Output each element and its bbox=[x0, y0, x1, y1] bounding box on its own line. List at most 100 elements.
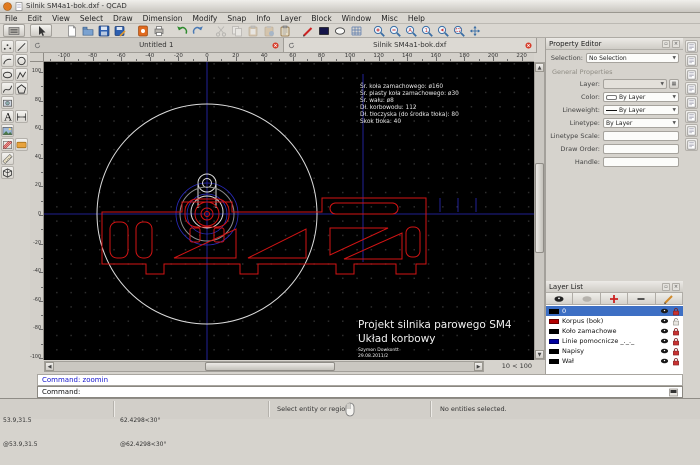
solid-fill-tool-button[interactable] bbox=[15, 138, 28, 151]
menu-draw[interactable]: Draw bbox=[108, 14, 138, 23]
layer-visibility-icon[interactable] bbox=[660, 317, 669, 325]
vertical-scroll-thumb[interactable] bbox=[535, 163, 544, 253]
shape-tool-button[interactable] bbox=[15, 82, 28, 95]
pdf-export-button[interactable] bbox=[135, 24, 151, 37]
layer-row-napisy[interactable]: Napisy bbox=[546, 346, 683, 356]
drawing-canvas[interactable]: Śr. koła zamachowego: ø160Śr. piasty koł… bbox=[44, 62, 534, 360]
menu-select[interactable]: Select bbox=[75, 14, 108, 23]
pen-edit-button[interactable] bbox=[300, 24, 316, 37]
line-tool-button[interactable] bbox=[15, 40, 28, 53]
layer-locked-icon[interactable] bbox=[672, 337, 680, 346]
pointer-button[interactable] bbox=[30, 24, 52, 37]
menu-window[interactable]: Window bbox=[337, 14, 377, 23]
linetype-dropdown[interactable]: By Layer ▼ bbox=[603, 118, 679, 128]
print-preview-button[interactable] bbox=[151, 24, 167, 37]
zoom-1-1-button[interactable]: 1 bbox=[419, 24, 435, 37]
viewport-tool-button[interactable] bbox=[1, 96, 14, 109]
layer-detail-button[interactable]: ▦ bbox=[669, 79, 679, 89]
tab-silnik-sm4a1-bok[interactable]: Silnik SM4a1-bok.dxf bbox=[284, 38, 538, 52]
toggle-view-list-button[interactable] bbox=[685, 82, 698, 95]
zoom-window-button[interactable] bbox=[451, 24, 467, 37]
selection-dropdown[interactable]: No Selection ▼ bbox=[586, 53, 679, 63]
undo-button[interactable] bbox=[174, 24, 190, 37]
dimension-tool-button[interactable] bbox=[15, 110, 28, 123]
linetype-scale-input[interactable] bbox=[603, 131, 679, 141]
drawing-title-line2[interactable]: Układ korbowy bbox=[358, 333, 436, 345]
layer-visibility-icon[interactable] bbox=[660, 327, 669, 335]
annotation-line[interactable]: Dł. korbowodu: 112 bbox=[360, 105, 417, 111]
annotation-line[interactable]: Śr. wału: ø8 bbox=[360, 97, 394, 104]
machine-body[interactable] bbox=[102, 198, 426, 274]
tab-close-icon[interactable] bbox=[272, 42, 279, 49]
scroll-left-icon[interactable]: ◀ bbox=[45, 362, 54, 371]
drawing-author[interactable]: Szymon Dowkontt bbox=[358, 347, 399, 353]
drawing-title-line1[interactable]: Projekt silnika parowego SM4 bbox=[358, 319, 512, 331]
drawing-date[interactable]: 29.08.2011/2 bbox=[358, 353, 388, 359]
zoom-out-button[interactable] bbox=[387, 24, 403, 37]
menu-snap[interactable]: Snap bbox=[222, 14, 251, 23]
draw-order-input[interactable] bbox=[603, 144, 679, 154]
menu-layer[interactable]: Layer bbox=[275, 14, 306, 23]
annotation-line[interactable]: Skok tłoka: 40 bbox=[360, 119, 401, 125]
ellipse-mode-button[interactable] bbox=[332, 24, 348, 37]
tab-untitled-1[interactable]: Untitled 1 bbox=[30, 38, 284, 52]
point-tool-button[interactable] bbox=[1, 40, 14, 53]
cut-button[interactable] bbox=[213, 24, 229, 37]
toggle-misc-panel-button[interactable] bbox=[685, 138, 698, 151]
toggle-command-line-button[interactable] bbox=[685, 96, 698, 109]
remove-layer-button[interactable] bbox=[628, 293, 655, 304]
layer-row-linie-pomocnicze[interactable]: Linie pomocnicze _._._ bbox=[546, 336, 683, 346]
zoom-previous-button[interactable] bbox=[435, 24, 451, 37]
circle-tool-button[interactable] bbox=[15, 54, 28, 67]
menu-edit[interactable]: Edit bbox=[23, 14, 48, 23]
toggle-selection-info-button[interactable] bbox=[685, 124, 698, 137]
paste-special-button[interactable] bbox=[261, 24, 277, 37]
layer-locked-icon[interactable] bbox=[672, 357, 680, 366]
auto-zoom-button[interactable]: A bbox=[403, 24, 419, 37]
title-block[interactable]: Projekt silnika parowego SM4 Układ korbo… bbox=[358, 319, 512, 359]
layer-visibility-icon[interactable] bbox=[660, 357, 669, 365]
layer-locked-icon[interactable] bbox=[672, 347, 680, 356]
layer-row-0[interactable]: 0 bbox=[546, 306, 683, 316]
menu-misc[interactable]: Misc bbox=[376, 14, 403, 23]
zoom-in-button[interactable] bbox=[371, 24, 387, 37]
open-button[interactable] bbox=[80, 24, 96, 37]
layer-visibility-icon[interactable] bbox=[660, 307, 669, 315]
menu-modify[interactable]: Modify bbox=[188, 14, 223, 23]
toggle-property-editor-button[interactable] bbox=[685, 40, 698, 53]
terminal-icon[interactable] bbox=[669, 388, 678, 397]
layer-locked-icon[interactable] bbox=[672, 307, 680, 316]
grid-button[interactable] bbox=[348, 24, 364, 37]
text-tool-button[interactable]: A bbox=[1, 110, 14, 123]
clipboard-button[interactable] bbox=[277, 24, 293, 37]
selection-mode-button[interactable] bbox=[3, 24, 25, 37]
handle-input[interactable] bbox=[603, 157, 679, 167]
image-tool-button[interactable] bbox=[1, 124, 14, 137]
save-as-button[interactable] bbox=[112, 24, 128, 37]
color-box-button[interactable] bbox=[316, 24, 332, 37]
color-dropdown[interactable]: By Layer ▼ bbox=[603, 92, 679, 102]
horizontal-scrollbar[interactable]: ◀ ▶ bbox=[44, 361, 484, 372]
edit-layer-button[interactable] bbox=[656, 293, 683, 304]
close-panel-icon[interactable]: × bbox=[672, 40, 680, 48]
menu-block[interactable]: Block bbox=[306, 14, 336, 23]
layer-locked-icon[interactable] bbox=[672, 327, 680, 336]
redo-button[interactable] bbox=[190, 24, 206, 37]
spline-tool-button[interactable] bbox=[1, 82, 14, 95]
layer-row-koło-zamachowe[interactable]: Koło zamachowe bbox=[546, 326, 683, 336]
pan-button[interactable] bbox=[467, 24, 483, 37]
menu-help[interactable]: Help bbox=[403, 14, 430, 23]
layer-visibility-icon[interactable] bbox=[660, 347, 669, 355]
construction-lines[interactable] bbox=[44, 62, 534, 360]
menu-dimension[interactable]: Dimension bbox=[138, 14, 188, 23]
toggle-layer-list-button[interactable] bbox=[685, 54, 698, 67]
layer-visibility-icon[interactable] bbox=[660, 337, 669, 345]
layer-dropdown[interactable]: ▼ bbox=[603, 79, 667, 89]
scroll-down-icon[interactable]: ▼ bbox=[535, 350, 544, 359]
command-input[interactable]: Command: bbox=[37, 386, 683, 398]
new-button[interactable] bbox=[64, 24, 80, 37]
scroll-right-icon[interactable]: ▶ bbox=[474, 362, 483, 371]
menu-info[interactable]: Info bbox=[251, 14, 275, 23]
dimension-notes[interactable]: Śr. koła zamachowego: ø160Śr. piasty koł… bbox=[360, 83, 459, 125]
close-panel-icon[interactable]: × bbox=[672, 283, 680, 291]
